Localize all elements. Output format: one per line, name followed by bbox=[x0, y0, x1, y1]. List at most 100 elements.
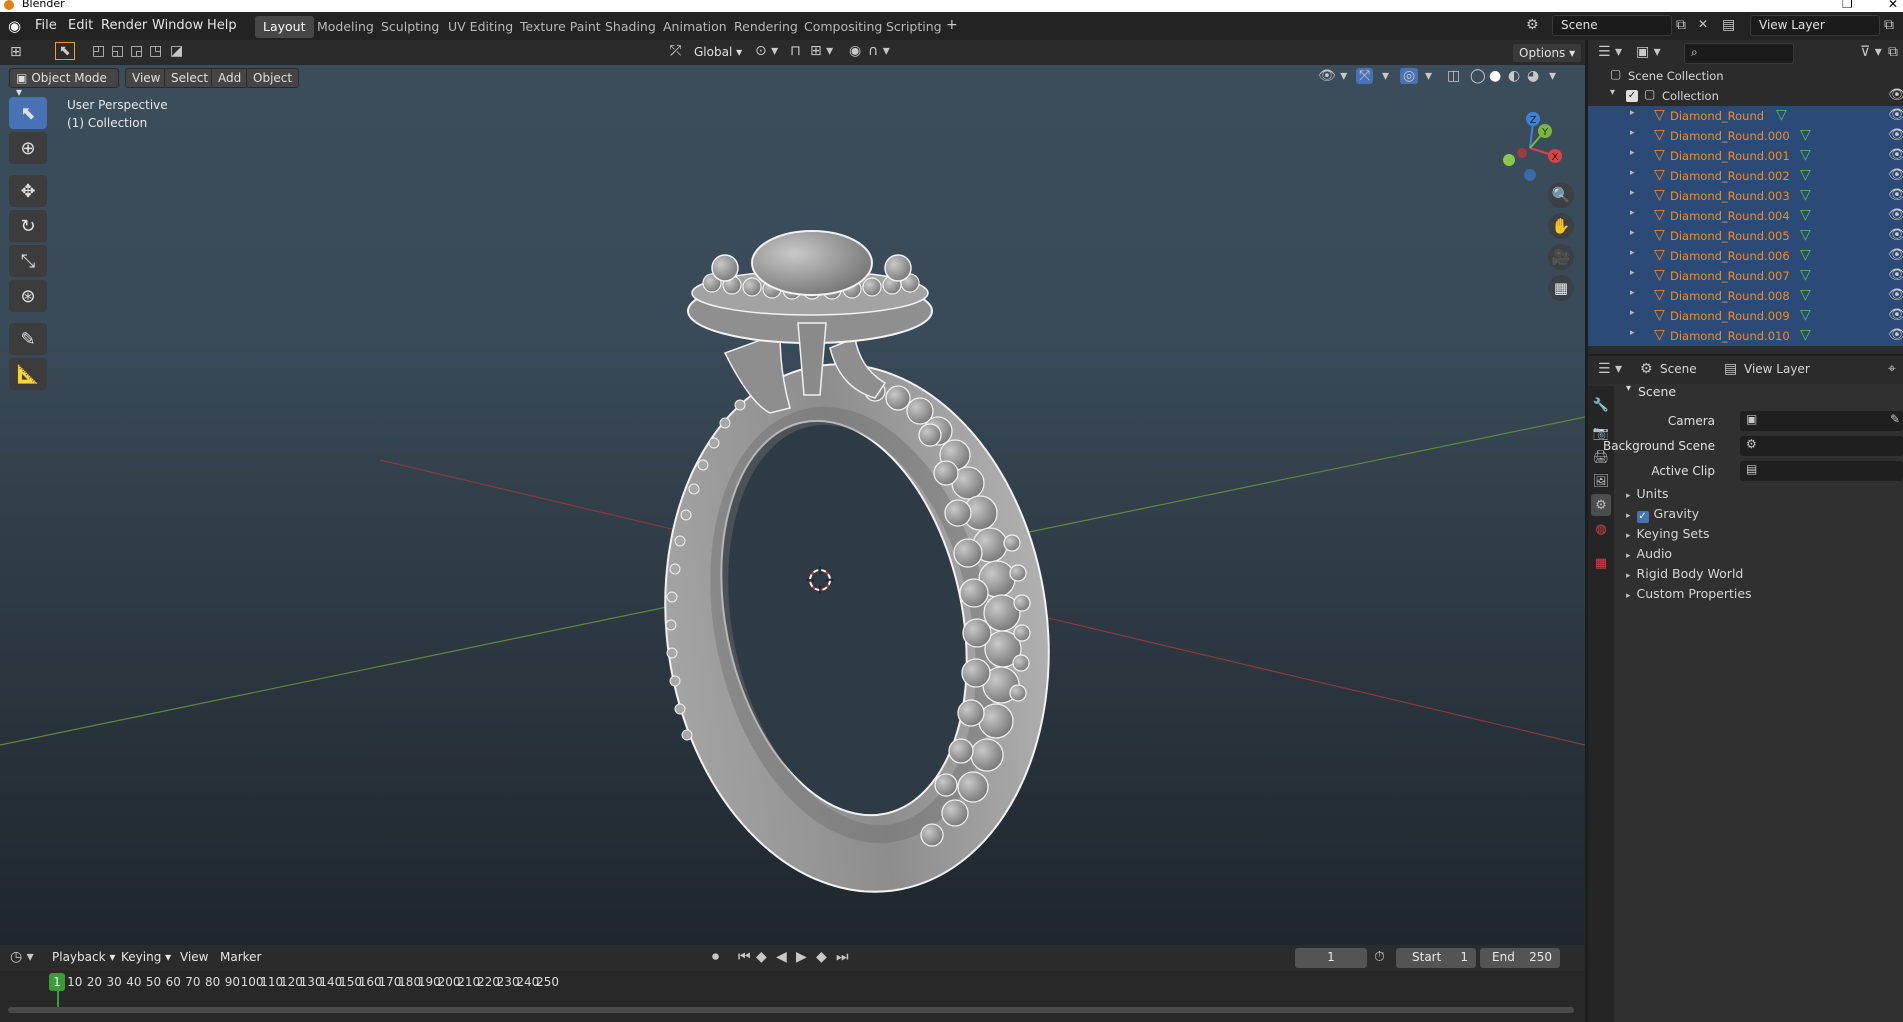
properties-editor-type-icon[interactable]: ☰ ▾ bbox=[1598, 361, 1622, 377]
camera-view-icon[interactable]: 🎥 bbox=[1548, 244, 1574, 270]
gizmo-neg-x[interactable] bbox=[1517, 148, 1527, 158]
visibility-eye-icon[interactable]: 👁 bbox=[1888, 327, 1903, 343]
zoom-icon[interactable]: 🔍 bbox=[1548, 182, 1574, 208]
visibility-eye-icon[interactable]: 👁 bbox=[1888, 307, 1903, 323]
eyedropper-icon[interactable]: ✎ bbox=[1890, 412, 1900, 426]
menu-window[interactable]: Window bbox=[152, 18, 203, 33]
next-keyframe-icon[interactable]: ◆ bbox=[816, 949, 827, 965]
outliner-row-object[interactable]: ▸ ▽ Diamond_Round.006 ▽ 👁 bbox=[1588, 246, 1903, 266]
pin-icon[interactable]: ⌖ bbox=[1888, 361, 1896, 377]
outliner-row-collection[interactable]: ▾ ✓ ▢ Collection 👁 bbox=[1588, 86, 1903, 106]
expand-icon[interactable]: ▸ bbox=[1630, 308, 1635, 318]
collection-checkbox[interactable]: ✓ bbox=[1626, 90, 1638, 102]
blender-menu-icon[interactable]: ◉ bbox=[8, 17, 21, 35]
tab-modeling[interactable]: Modeling bbox=[309, 16, 382, 38]
menu-render[interactable]: Render bbox=[101, 18, 147, 33]
subpanel-audio[interactable]: ▸ Audio bbox=[1626, 546, 1672, 561]
outliner-row-object[interactable]: ▸ ▽ Diamond_Round.002 ▽ 👁 bbox=[1588, 166, 1903, 186]
visibility-eye-icon[interactable]: 👁 bbox=[1888, 107, 1903, 123]
tool-annotate[interactable]: ✎ bbox=[9, 323, 47, 355]
menu-edit[interactable]: Edit bbox=[68, 18, 93, 33]
tab-rendering[interactable]: Rendering bbox=[726, 16, 806, 38]
perspective-grid-icon[interactable]: ▦ bbox=[1548, 275, 1574, 301]
scene-panel-expand-icon[interactable]: ▾ bbox=[1626, 383, 1631, 394]
preview-range-icon[interactable]: ⏱ bbox=[1374, 949, 1385, 965]
subpanel-keying-sets[interactable]: ▸ Keying Sets bbox=[1626, 526, 1710, 541]
selection-mode-invert-icon[interactable]: ◳ bbox=[149, 43, 162, 59]
tool-cursor[interactable]: ⊕ bbox=[9, 132, 47, 164]
menu-timeline-view[interactable]: View bbox=[180, 950, 208, 964]
jump-start-icon[interactable]: ⏮ bbox=[738, 949, 751, 965]
world-tab-icon[interactable]: ◍ bbox=[1591, 518, 1611, 540]
outliner-row-object[interactable]: ▸ ▽ Diamond_Round.004 ▽ 👁 bbox=[1588, 206, 1903, 226]
selection-mode-new-icon[interactable]: ◰ bbox=[92, 43, 105, 59]
new-collection-icon[interactable]: ⧉ bbox=[1888, 44, 1898, 60]
selection-mode-intersect-icon[interactable]: ◪ bbox=[170, 43, 183, 59]
transform-orientation-icon[interactable]: ⤱ bbox=[670, 43, 681, 59]
play-reverse-icon[interactable]: ◀ bbox=[776, 949, 787, 965]
outliner-editor-type-icon[interactable]: ☰ ▾ bbox=[1598, 44, 1622, 60]
outliner-row-object[interactable]: ▸ ▽ Diamond_Round.001 ▽ 👁 bbox=[1588, 146, 1903, 166]
expand-icon[interactable]: ▸ bbox=[1630, 268, 1635, 278]
expand-icon[interactable]: ▸ bbox=[1630, 328, 1635, 338]
end-frame-field[interactable]: End 250 bbox=[1480, 948, 1560, 968]
snap-target-icon[interactable]: ⊞ ▾ bbox=[810, 43, 833, 59]
subpanel-gravity[interactable]: ▸ ✓ Gravity bbox=[1626, 506, 1699, 523]
scene-panel-title[interactable]: Scene bbox=[1638, 384, 1676, 399]
select-tool-icon[interactable]: ⬉ bbox=[55, 42, 75, 60]
new-view-layer-icon[interactable]: ⧉ bbox=[1884, 17, 1894, 33]
tool-move[interactable]: ✥ bbox=[9, 175, 47, 207]
tab-uv-editing[interactable]: UV Editing bbox=[440, 16, 521, 38]
play-icon[interactable]: ▶ bbox=[796, 949, 807, 965]
outliner-row-object[interactable]: ▸ ▽ Diamond_Round.003 ▽ 👁 bbox=[1588, 186, 1903, 206]
scene-selector[interactable]: Scene bbox=[1552, 15, 1672, 36]
tool-measure[interactable]: 📐 bbox=[9, 358, 47, 390]
tool-rotate[interactable]: ↻ bbox=[9, 210, 47, 242]
tool-tab-icon[interactable]: 🔧 bbox=[1591, 394, 1611, 416]
record-icon[interactable]: ⏺ bbox=[712, 949, 719, 965]
maximize-icon[interactable]: ❐ bbox=[1842, 0, 1853, 11]
menu-file[interactable]: File bbox=[35, 18, 57, 33]
add-workspace-icon[interactable]: + bbox=[946, 17, 958, 33]
expand-icon[interactable]: ▸ bbox=[1630, 128, 1635, 138]
selection-mode-extend-icon[interactable]: ◱ bbox=[111, 43, 124, 59]
outliner-row-object[interactable]: ▸ ▽ Diamond_Round ▽ 👁 bbox=[1588, 106, 1903, 126]
visibility-eye-icon[interactable]: 👁 bbox=[1888, 227, 1903, 243]
current-frame-field[interactable]: 1 bbox=[1295, 948, 1367, 968]
outliner-row-object[interactable]: ▸ ▽ Diamond_Round.000 ▽ 👁 bbox=[1588, 126, 1903, 146]
visibility-eye-icon[interactable]: 👁 bbox=[1888, 167, 1903, 183]
menu-help[interactable]: Help bbox=[207, 18, 237, 33]
texture-tab-icon[interactable]: ▦ bbox=[1591, 552, 1611, 574]
outliner-row-object[interactable]: ▸ ▽ Diamond_Round.007 ▽ 👁 bbox=[1588, 266, 1903, 286]
view-layer-icon[interactable]: ▤ bbox=[1722, 17, 1735, 33]
display-mode-icon[interactable]: ▣ ▾ bbox=[1636, 44, 1661, 60]
pivot-point-icon[interactable]: ⊙ ▾ bbox=[755, 43, 778, 59]
visibility-eye-icon[interactable]: 👁 bbox=[1888, 267, 1903, 283]
scene-icon[interactable]: ⚙ bbox=[1526, 17, 1539, 33]
snap-icon[interactable]: ⊓ bbox=[790, 43, 801, 59]
outliner-search-input[interactable]: ⌕ bbox=[1684, 43, 1794, 64]
gizmo-neg-y[interactable] bbox=[1503, 154, 1515, 166]
3d-viewport[interactable]: ▣ Object Mode ▾ View Select Add Object 👁 … bbox=[0, 65, 1585, 945]
visibility-eye-icon[interactable]: 👁 bbox=[1888, 87, 1903, 103]
outliner-row-object[interactable]: ▸ ▽ Diamond_Round.009 ▽ 👁 bbox=[1588, 306, 1903, 326]
delete-scene-icon[interactable]: ✕ bbox=[1698, 17, 1708, 31]
tab-layout[interactable]: Layout bbox=[255, 16, 314, 38]
prev-keyframe-icon[interactable]: ◆ bbox=[756, 949, 767, 965]
menu-marker[interactable]: Marker bbox=[220, 950, 261, 964]
tool-select-box[interactable]: ⬉ bbox=[9, 97, 47, 129]
tab-sculpting[interactable]: Sculpting bbox=[373, 16, 447, 38]
timeline-editor-type-icon[interactable]: ◷ ▾ bbox=[10, 949, 34, 965]
3d-cursor-icon[interactable] bbox=[806, 566, 834, 594]
expand-icon[interactable]: ▸ bbox=[1630, 248, 1635, 258]
visibility-eye-icon[interactable]: 👁 bbox=[1888, 187, 1903, 203]
tool-scale[interactable]: ⤡ bbox=[9, 245, 47, 277]
expand-icon[interactable]: ▸ bbox=[1630, 188, 1635, 198]
visibility-eye-icon[interactable]: 👁 bbox=[1888, 247, 1903, 263]
outliner-row-object[interactable]: ▸ ▽ Diamond_Round.008 ▽ 👁 bbox=[1588, 286, 1903, 306]
scene-tab-label[interactable]: Scene bbox=[1660, 362, 1697, 376]
new-scene-icon[interactable]: ⧉ bbox=[1676, 17, 1686, 33]
expand-icon[interactable]: ▾ bbox=[1610, 87, 1615, 98]
outliner-row-object[interactable]: ▸ ▽ Diamond_Round.005 ▽ 👁 bbox=[1588, 226, 1903, 246]
options-dropdown[interactable]: Options ▾ bbox=[1512, 43, 1583, 63]
